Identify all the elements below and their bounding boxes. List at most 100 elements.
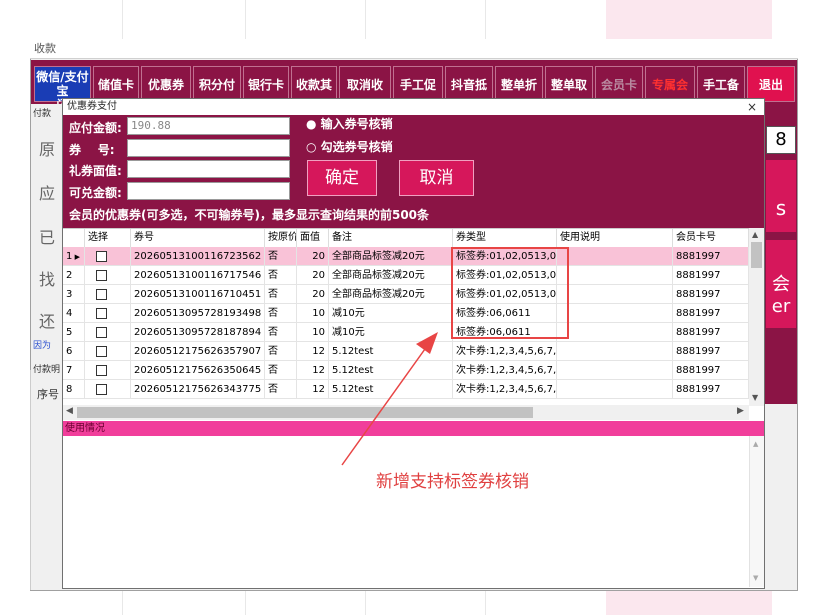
table-header-face-value: 面值 (297, 229, 329, 247)
table-header-coupon-type: 券类型 (453, 229, 557, 247)
vertical-scrollbar[interactable]: ▲ ▼ (749, 228, 764, 406)
original-price-cell: 否 (265, 247, 297, 266)
checkbox-icon[interactable] (96, 288, 107, 300)
checkbox-icon[interactable] (96, 345, 107, 357)
payment-label: 付款 (33, 109, 52, 119)
face-value-cell: 12 (297, 342, 329, 361)
highlight-box (451, 247, 569, 339)
select-checkbox[interactable] (85, 285, 131, 304)
usage-scrollbar[interactable]: ▲ ▼ (749, 436, 764, 587)
row-number: 2 (63, 266, 85, 285)
coupon-no-cell: 20260513095728187894 (131, 323, 265, 342)
exit-button[interactable]: 退出 (747, 66, 795, 102)
quantity-display: 8 (766, 126, 796, 154)
select-checkbox[interactable] (85, 323, 131, 342)
checkbox-icon[interactable] (96, 269, 107, 281)
douyin-deduct-button[interactable]: 抖音抵 (445, 66, 493, 102)
usage-desc-cell (557, 380, 673, 399)
coupon-no-label: 券 号: (69, 143, 115, 157)
table-row[interactable]: 2 20260513100116717546 否 20 全部商品标签减20元 标签券:01… (63, 266, 749, 285)
select-checkbox[interactable] (85, 342, 131, 361)
exclusive-member-button[interactable]: 专属会 (645, 66, 695, 102)
annotation-text: 新增支持标签券核销 (376, 472, 529, 492)
member-card-button[interactable]: 会员卡 (595, 66, 643, 102)
original-price-cell: 否 (265, 285, 297, 304)
payable-amount-label: 应付金额: (69, 121, 122, 135)
member-card-cell: 8881997 (673, 247, 749, 266)
face-value-cell: 12 (297, 361, 329, 380)
select-checkbox[interactable] (85, 304, 131, 323)
wechat-alipay-button[interactable]: 微信/支付宝闪 (34, 66, 91, 112)
select-checkbox[interactable] (85, 266, 131, 285)
checkbox-icon[interactable] (96, 250, 107, 262)
table-row[interactable]: 1 ▶ 20260513100116723562 否 20 全部商品标签减20元 标签券:… (63, 247, 749, 266)
change-label: 找 (39, 270, 56, 289)
stored-card-button[interactable]: 储值卡 (93, 66, 139, 102)
manual-promo-button[interactable]: 手工促 (393, 66, 443, 102)
scroll-down-icon[interactable]: ▼ (752, 393, 758, 402)
close-icon[interactable]: × (742, 99, 762, 115)
input-coupon-radio[interactable]: ● 输入券号核销 (306, 115, 393, 132)
select-coupon-radio[interactable]: ○ 勾选券号核销 (306, 138, 393, 155)
member-card-cell: 8881997 (673, 361, 749, 380)
dialog-header: 应付金额: 190.88 券 号: 礼券面值: 可兑金额: ● 输入券号核销 ○… (63, 115, 764, 228)
checkbox-icon[interactable] (96, 307, 107, 319)
coupon-no-cell: 20260512175626343775 (131, 380, 265, 399)
confirm-button[interactable]: 确定 (307, 160, 377, 196)
vertical-scroll-thumb[interactable] (751, 242, 762, 268)
table-header-corner (63, 229, 85, 247)
order-discount-button[interactable]: 整单折 (495, 66, 543, 102)
coupon-button[interactable]: 优惠券 (141, 66, 191, 102)
remark-cell: 全部商品标签减20元 (329, 247, 453, 266)
checkbox-icon[interactable] (96, 326, 107, 338)
bank-card-button[interactable]: 银行卡 (243, 66, 289, 102)
coupon-no-cell: 20260513100116710451 (131, 285, 265, 304)
order-cancel-button[interactable]: 整单取 (545, 66, 593, 102)
checkbox-icon[interactable] (96, 364, 107, 376)
table-header-usage-desc: 使用说明 (557, 229, 673, 247)
remaining-label: 还 (39, 312, 56, 331)
redeemable-amount-field (127, 182, 290, 200)
cancel-button[interactable]: 取消 (399, 160, 474, 196)
member-side-button[interactable]: 会 er (766, 240, 796, 328)
horizontal-scroll-thumb[interactable] (77, 407, 533, 418)
member-card-cell: 8881997 (673, 266, 749, 285)
cancel-payment-button[interactable]: 取消收 (339, 66, 391, 102)
other-payment-button[interactable]: 收款其 (291, 66, 337, 102)
paid-label: 已 (39, 228, 56, 247)
usage-desc-cell (557, 304, 673, 323)
member-card-cell: 8881997 (673, 342, 749, 361)
original-price-cell: 否 (265, 361, 297, 380)
row-number: 5 (63, 323, 85, 342)
manual-note-button[interactable]: 手工备 (697, 66, 745, 102)
dialog-title: 优惠券支付 (63, 99, 764, 115)
usage-desc-cell (557, 342, 673, 361)
select-checkbox[interactable] (85, 247, 131, 266)
coupon-type-cell: 次卡券:1,2,3,4,5,6,7,8, (453, 361, 557, 380)
side-action-button[interactable]: s (766, 160, 796, 232)
scroll-right-icon[interactable]: ▶ (737, 406, 744, 416)
usage-scroll-down-icon[interactable]: ▼ (753, 574, 758, 582)
coupon-type-cell: 次卡券:1,2,3,4,5,6,7,8, (453, 342, 557, 361)
usage-desc-cell (557, 266, 673, 285)
coupon-no-input[interactable] (127, 139, 290, 157)
detail-table-edge (30, 370, 64, 590)
scroll-up-icon[interactable]: ▲ (752, 230, 758, 239)
member-card-cell: 8881997 (673, 285, 749, 304)
face-value-cell: 20 (297, 247, 329, 266)
usage-scroll-up-icon[interactable]: ▲ (753, 440, 758, 448)
select-checkbox[interactable] (85, 361, 131, 380)
table-row[interactable]: 3 20260513100116710451 否 20 全部商品标签减20元 标签券:01… (63, 285, 749, 304)
scroll-left-icon[interactable]: ◀ (66, 406, 73, 416)
redeemable-amount-label: 可兑金额: (69, 186, 122, 200)
gift-value-field (127, 160, 290, 178)
remark-cell: 全部商品标签减20元 (329, 285, 453, 304)
row-number: 7 (63, 361, 85, 380)
checkbox-icon[interactable] (96, 383, 107, 395)
payment-window-title: 收款 (30, 39, 798, 59)
points-pay-button[interactable]: 积分付 (193, 66, 241, 102)
select-checkbox[interactable] (85, 380, 131, 399)
original-price-cell: 否 (265, 380, 297, 399)
reason-link[interactable]: 因为 (33, 338, 51, 351)
original-amount-label: 原 (39, 140, 56, 159)
